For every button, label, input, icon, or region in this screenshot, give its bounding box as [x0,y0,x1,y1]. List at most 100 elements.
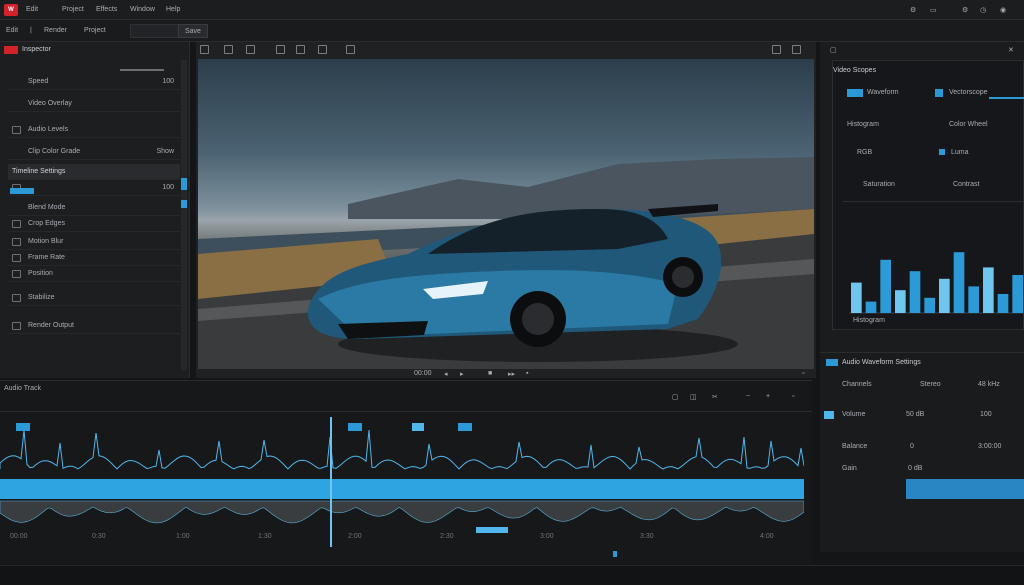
panel-close-icon[interactable]: ✕ [1008,46,1014,54]
inspector-row[interactable]: Render Output [8,318,180,334]
inspector-row[interactable]: Blend Mode [8,200,180,216]
gain-meter[interactable] [906,479,1024,499]
menu-window[interactable]: Window [130,6,155,13]
scope-histogram[interactable]: Histogram [847,121,879,128]
transport-controls: 00:00 ◂ ▸ ■ ▸▸ ▪ ▫ [196,370,816,380]
scope-color-wheel[interactable]: Color Wheel [949,121,988,128]
fullscreen-icon[interactable] [772,45,781,54]
prop-volume-label: Volume [842,411,866,418]
inspector-scrollbar[interactable] [181,60,187,370]
time-mark: 2:30 [440,533,454,540]
audio-waveform[interactable] [0,417,804,537]
next-frame-icon[interactable]: ▸▸ [508,370,515,378]
clock-icon[interactable]: ◷ [980,6,986,14]
panel-menu-icon[interactable]: ▢ [830,46,837,54]
link-icon[interactable] [346,45,355,54]
zoom-in-icon[interactable]: + [766,393,770,400]
audio-properties-panel: Audio Waveform Settings Channels Stereo … [820,352,1024,552]
histogram-bar [865,301,877,313]
timeline-menu-icon[interactable]: ▫ [792,393,794,400]
prop-volume-extra[interactable]: 100 [980,411,992,418]
time-mark: 3:00 [540,533,554,540]
scope-vectorscope[interactable]: Vectorscope [949,89,988,96]
toolbar-search[interactable] [130,24,180,38]
prev-frame-icon[interactable]: ◂ [444,370,448,378]
gear-icon[interactable]: ⚙ [910,6,916,14]
timeline-panel: Audio Track ▢ ◫ ✂ − + ▫ 00:00 0:30 1:00 … [0,380,812,565]
divider-icon: | [30,27,32,34]
inspector-row[interactable]: Crop Edges [8,216,180,232]
render-icon [12,322,21,330]
mask-icon[interactable] [318,45,327,54]
blend-indicator [10,188,34,194]
inspector-row[interactable]: Stabilize [8,290,180,306]
scope-contrast[interactable]: Contrast [953,181,979,188]
scopes-title: Video Scopes [833,67,877,74]
marker[interactable] [613,551,617,557]
scope-waveform[interactable]: Waveform [867,89,899,96]
chart-label: Histogram [853,317,885,324]
tab-render[interactable]: Render [44,27,67,34]
tab-project[interactable]: Project [84,27,106,34]
playhead[interactable] [330,417,332,547]
profile-icon[interactable]: ◉ [1000,6,1006,14]
panel-title: Inspector [22,46,51,53]
zoom-out-icon[interactable]: − [746,393,750,400]
scope-saturation[interactable]: Saturation [863,181,895,188]
inspector-row-selected[interactable]: Timeline Settings [8,164,180,180]
scope-luma[interactable]: Luma [951,149,969,156]
video-preview[interactable] [198,59,814,369]
scroll-marker [181,200,187,208]
save-button[interactable]: Save [178,24,208,38]
prop-channels-extra[interactable]: 48 kHz [978,381,1000,388]
razor-icon[interactable]: ✂ [712,393,718,401]
end-icon[interactable]: ▪ [526,370,528,377]
viewer-menu-icon[interactable]: ▫ [802,370,804,377]
ripple-icon[interactable]: ◫ [690,393,697,401]
timecode: 00:00 [414,370,432,377]
app-logo: W [4,4,18,16]
tab-edit[interactable]: Edit [6,27,18,34]
more-icon[interactable] [792,45,801,54]
histogram-bar [1012,275,1023,313]
crop-tool-icon[interactable] [224,45,233,54]
histogram-bar [953,252,965,313]
transform-icon[interactable] [276,45,285,54]
stop-icon[interactable]: ■ [488,370,492,377]
scroll-thumb[interactable] [181,178,187,190]
menu-effects[interactable]: Effects [96,6,117,13]
inspector-row[interactable]: Clip Color Grade Show [8,144,180,160]
scope-rgb[interactable]: RGB [857,149,872,156]
track-label: Audio Track [4,385,41,392]
time-mark: 1:00 [176,533,190,540]
play-icon[interactable]: ▸ [460,370,464,378]
prop-gain-value[interactable]: 0 dB [908,465,922,472]
inspector-row[interactable]: Audio Levels [8,122,180,138]
grid-icon[interactable] [200,45,209,54]
inspector-row[interactable]: Speed 100 [8,74,180,90]
inspector-row[interactable]: Motion Blur [8,234,180,250]
scopes-panel: ▢ ✕ Video Scopes Waveform Vectorscope Hi… [820,42,1024,352]
prop-volume-value[interactable]: 50 dB [906,411,924,418]
status-bar [0,565,1024,585]
settings-icon[interactable]: ⚙ [962,6,968,14]
text-tool-icon[interactable] [246,45,255,54]
menu-project[interactable]: Project [62,6,84,13]
prop-channels-value[interactable]: Stereo [920,381,941,388]
layout-icon[interactable]: ▭ [930,6,937,14]
position-icon [12,270,21,278]
inspector-row[interactable]: Frame Rate [8,250,180,266]
prop-balance-value[interactable]: 0 [910,443,914,450]
histogram-bar [895,290,906,313]
inspector-row[interactable]: Video Overlay [8,96,180,112]
inspector-row[interactable]: Position [8,266,180,282]
snap-icon[interactable]: ▢ [672,393,679,401]
menu-help[interactable]: Help [166,6,180,13]
prop-balance-extra[interactable]: 3:00:00 [978,443,1001,450]
panel-slider[interactable] [120,69,164,71]
menu-edit[interactable]: Edit [26,6,38,13]
blur-icon [12,238,21,246]
zoom-icon[interactable] [296,45,305,54]
project-toolbar: Edit | Render Project Save [0,20,1024,42]
histogram-chart [849,252,1024,314]
